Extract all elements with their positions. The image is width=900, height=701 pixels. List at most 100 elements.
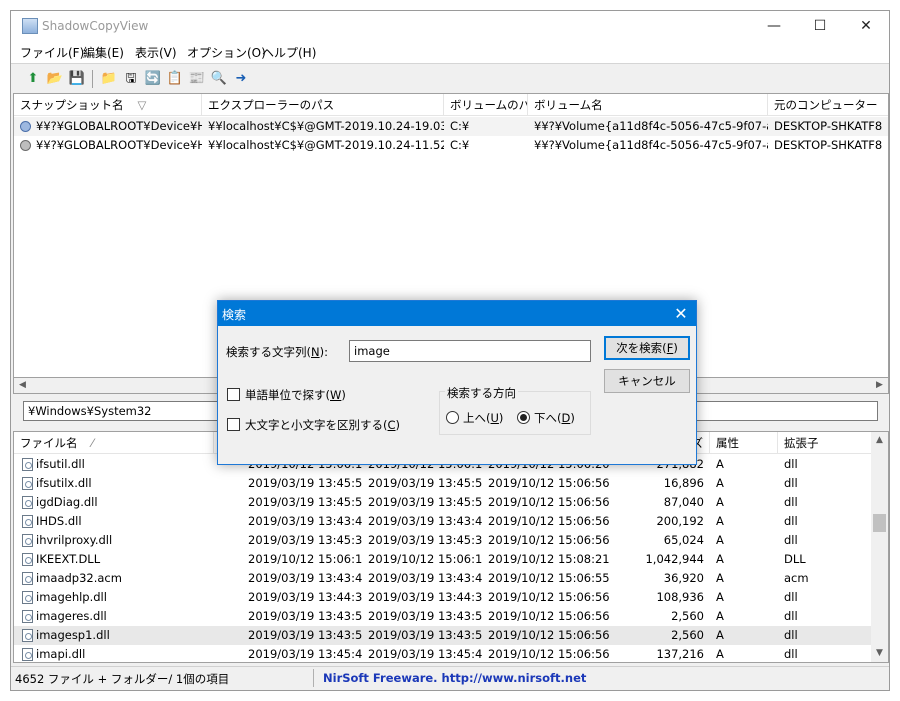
copy-icon[interactable]: 📋 — [165, 69, 185, 89]
minimize-button[interactable]: — — [751, 11, 797, 41]
scroll-up-icon[interactable]: ▲ — [871, 432, 888, 449]
column-file-name[interactable]: ファイル名 ⁄ — [14, 432, 214, 454]
column-computer[interactable]: 元のコンピューター — [768, 94, 888, 116]
vertical-scrollbar[interactable]: ▲ ▼ — [871, 432, 888, 662]
open-folder-icon[interactable]: 📂 — [45, 69, 65, 89]
file-row[interactable]: igdDiag.dll 2019/03/19 13:45:50 2019/03/19… — [14, 493, 888, 512]
file-name: imapi.dll — [36, 647, 86, 661]
menu-file[interactable]: ファイル(F) — [20, 44, 84, 61]
created-time: 2019/03/19 13:43:47 — [368, 571, 482, 585]
file-size: 1,042,944 — [645, 552, 704, 566]
created-time: 2019/03/19 13:45:40 — [368, 647, 482, 661]
menu-help[interactable]: ヘルプ(H) — [262, 44, 316, 61]
created-time: 2019/03/19 13:43:55 — [368, 609, 482, 623]
item-count: 4652 ファイル + フォルダー/ 1個の項目 — [15, 672, 230, 686]
menu-options[interactable]: オプション(O) — [187, 44, 266, 61]
find-icon[interactable]: 🔍 — [209, 69, 229, 89]
file-size: 36,920 — [663, 571, 704, 585]
file-size: 65,024 — [663, 533, 704, 547]
match-case-checkbox[interactable] — [227, 418, 240, 431]
file-extension: DLL — [784, 552, 806, 566]
snapshot-row[interactable]: ¥¥?¥GLOBALROOT¥Device¥H... ¥¥localhost¥C… — [14, 117, 888, 136]
window-title: ShadowCopyView — [42, 19, 149, 33]
file-name: igdDiag.dll — [36, 495, 98, 509]
file-extension: dll — [784, 609, 798, 623]
up-icon[interactable]: ⬆ — [23, 69, 43, 89]
column-snapshot-name[interactable]: スナップショット名 ▽ — [14, 94, 202, 116]
file-row[interactable]: IHDS.dll 2019/03/19 13:43:45 2019/03/19 13… — [14, 512, 888, 531]
file-row[interactable]: imaadp32.acm 2019/03/19 13:43:47 2019/03/1… — [14, 569, 888, 588]
modified-time: 2019/03/19 13:43:55 — [248, 628, 362, 642]
cancel-button[interactable]: キャンセル — [604, 369, 690, 393]
disk-icon[interactable]: 🖫 — [121, 69, 141, 89]
file-row[interactable]: imagehlp.dll 2019/03/19 13:44:35 2019/03/1… — [14, 588, 888, 607]
file-size: 16,896 — [663, 476, 704, 490]
dialog-close-icon[interactable]: ✕ — [666, 301, 696, 326]
file-row[interactable]: imapi.dll 2019/03/19 13:45:40 2019/03/19 1… — [14, 645, 888, 662]
column-volume-name[interactable]: ボリューム名 — [528, 94, 768, 116]
save-icon[interactable]: 💾 — [67, 69, 87, 89]
search-input[interactable]: image — [349, 340, 591, 362]
scroll-thumb[interactable] — [873, 514, 886, 532]
file-list[interactable]: ファイル名⁄ ズ 属性 拡張子 ifsutil.dll2019/10/12 15… — [13, 431, 889, 663]
column-explorer-path[interactable]: エクスプローラーのパス — [202, 94, 444, 116]
direction-down-radio[interactable] — [517, 411, 530, 424]
explorer-path: ¥¥localhost¥C$¥@GMT-2019.10.24-19.03.38 — [208, 119, 444, 133]
file-extension: dll — [784, 533, 798, 547]
column-extension[interactable]: 拡張子 — [778, 432, 873, 454]
file-row[interactable]: imageres.dll 2019/03/19 13:43:55 2019/03/1… — [14, 607, 888, 626]
accessed-time: 2019/10/12 15:06:56 — [488, 628, 610, 642]
properties-icon[interactable]: 📰 — [187, 69, 207, 89]
file-row[interactable]: ifsutilx.dll 2019/03/19 13:45:54 2019/03/1… — [14, 474, 888, 493]
scroll-down-icon[interactable]: ▼ — [871, 645, 888, 662]
file-row[interactable]: imagesp1.dll 2019/03/19 13:43:55 2019/03/1… — [14, 626, 888, 645]
whole-word-checkbox[interactable] — [227, 388, 240, 401]
file-row[interactable]: ihvrilproxy.dll 2019/03/19 13:45:32 2019/0… — [14, 531, 888, 550]
dialog-title: 検索 — [222, 308, 247, 322]
file-size: 87,040 — [663, 495, 704, 509]
maximize-button[interactable]: ☐ — [797, 11, 843, 41]
file-size: 200,192 — [656, 514, 704, 528]
file-attributes: A — [716, 495, 724, 509]
status-bar: 4652 ファイル + フォルダー/ 1個の項目 NirSoft Freewar… — [11, 666, 889, 690]
file-row[interactable]: IKEEXT.DLL 2019/10/12 15:06:15 2019/10/12 … — [14, 550, 888, 569]
file-name: ifsutil.dll — [36, 457, 85, 471]
file-name: IKEEXT.DLL — [36, 552, 101, 566]
file-size: 108,936 — [656, 590, 704, 604]
file-attributes: A — [716, 514, 724, 528]
modified-time: 2019/03/19 13:45:50 — [248, 495, 362, 509]
find-next-button[interactable]: 次を検索(F) — [604, 336, 690, 360]
nirsoft-link[interactable]: NirSoft Freeware. http://www.nirsoft.net — [323, 671, 586, 685]
file-size: 2,560 — [671, 628, 704, 642]
menu-view[interactable]: 表示(V) — [135, 44, 177, 61]
scroll-left-icon[interactable]: ◀ — [14, 378, 31, 393]
snapshot-row[interactable]: ¥¥?¥GLOBALROOT¥Device¥H... ¥¥localhost¥C… — [14, 136, 888, 155]
volume-path: C:¥ — [450, 138, 470, 152]
file-attributes: A — [716, 552, 724, 566]
file-name: IHDS.dll — [36, 514, 82, 528]
column-volume-path[interactable]: ボリュームのパス — [444, 94, 528, 116]
toolbar-separator — [92, 70, 93, 88]
column-attributes[interactable]: 属性 — [710, 432, 778, 454]
direction-label: 検索する方向 — [445, 385, 518, 401]
find-dialog: 検索 ✕ 検索する文字列(N): image 次を検索(F) キャンセル 単語単… — [217, 300, 697, 465]
file-extension: dll — [784, 628, 798, 642]
created-time: 2019/03/19 13:43:55 — [368, 628, 482, 642]
direction-up-radio[interactable] — [446, 411, 459, 424]
menu-edit[interactable]: 編集(E) — [83, 44, 124, 61]
refresh-icon[interactable]: 🔄 — [143, 69, 163, 89]
exit-icon[interactable]: ➜ — [231, 69, 251, 89]
file-attributes: A — [716, 457, 724, 471]
created-time: 2019/03/19 13:45:54 — [368, 476, 482, 490]
created-time: 2019/10/12 15:06:15 — [368, 552, 482, 566]
accessed-time: 2019/10/12 15:08:21 — [488, 552, 610, 566]
file-extension: dll — [784, 647, 798, 661]
scroll-right-icon[interactable]: ▶ — [871, 378, 888, 393]
file-extension: acm — [784, 571, 809, 585]
accessed-time: 2019/10/12 15:06:55 — [488, 571, 610, 585]
status-separator — [313, 669, 314, 687]
accessed-time: 2019/10/12 15:06:56 — [488, 647, 610, 661]
close-button[interactable]: ✕ — [843, 11, 889, 41]
folder-icon[interactable]: 📁 — [99, 69, 119, 89]
modified-time: 2019/03/19 13:43:55 — [248, 609, 362, 623]
